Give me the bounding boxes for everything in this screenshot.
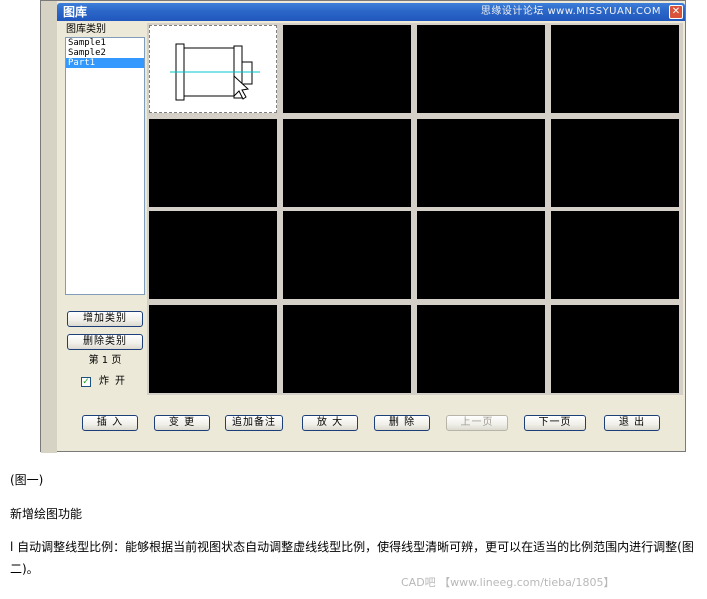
exit-button[interactable]: 退 出	[604, 415, 660, 431]
preview-cell[interactable]	[149, 211, 277, 299]
preview-cell[interactable]	[283, 25, 411, 113]
preview-cell[interactable]	[551, 211, 679, 299]
figure-caption: (图一)	[10, 473, 44, 487]
preview-cell[interactable]	[283, 305, 411, 393]
check-icon: ✓	[82, 377, 90, 387]
preview-cell[interactable]	[417, 211, 545, 299]
prev-page-button[interactable]: 上一页	[446, 415, 508, 431]
delete-button[interactable]: 删 除	[374, 415, 430, 431]
preview-cell[interactable]	[283, 119, 411, 207]
library-window: 图库 思缘设计论坛 www.MISSYUAN.COM ✕ 图库类别 Sample…	[40, 0, 686, 453]
preview-cell[interactable]	[417, 119, 545, 207]
category-list[interactable]: Sample1 Sample2 Part1	[65, 37, 145, 295]
add-category-button[interactable]: 增加类别	[67, 311, 143, 327]
title-bar[interactable]: 图库 思缘设计论坛 www.MISSYUAN.COM ✕	[57, 3, 685, 21]
change-button[interactable]: 变 更	[154, 415, 210, 431]
insert-button[interactable]: 插 入	[82, 415, 138, 431]
window-title: 图库	[63, 5, 88, 19]
page-indicator: 第 1 页	[88, 355, 122, 366]
preview-cell[interactable]	[551, 305, 679, 393]
next-page-button[interactable]: 下一页	[524, 415, 586, 431]
preview-cell-part1[interactable]	[149, 25, 277, 113]
preview-cell[interactable]	[283, 211, 411, 299]
category-item-sample2[interactable]: Sample2	[66, 48, 144, 58]
category-label: 图库类别	[66, 24, 106, 35]
part-drawing	[170, 43, 260, 101]
explode-checkbox-label: 炸开	[99, 376, 131, 387]
section-heading: 新增绘图功能	[10, 507, 83, 521]
category-item-part1[interactable]: Part1	[66, 58, 144, 68]
preview-cell[interactable]	[149, 119, 277, 207]
zoom-button[interactable]: 放 大	[302, 415, 358, 431]
description-paragraph: l 自动调整线型比例：能够根据当前视图状态自动调整虚线线型比例，使得线型清晰可辨…	[10, 540, 694, 576]
preview-cell[interactable]	[551, 25, 679, 113]
window-side-shadow	[41, 1, 57, 453]
delete-category-button[interactable]: 删除类别	[67, 334, 143, 350]
explode-checkbox[interactable]: ✓	[81, 377, 91, 387]
close-icon[interactable]: ✕	[669, 5, 683, 19]
block-preview-grid	[147, 23, 683, 395]
bottom-watermark: CAD吧 【www.lineeg.com/tieba/1805】	[401, 576, 615, 589]
preview-cell[interactable]	[551, 119, 679, 207]
preview-cell[interactable]	[149, 305, 277, 393]
category-item-sample1[interactable]: Sample1	[66, 38, 144, 48]
preview-cell[interactable]	[417, 25, 545, 113]
preview-cell[interactable]	[417, 305, 545, 393]
add-note-button[interactable]: 追加备注	[225, 415, 283, 431]
titlebar-watermark: 思缘设计论坛 www.MISSYUAN.COM	[480, 6, 661, 17]
